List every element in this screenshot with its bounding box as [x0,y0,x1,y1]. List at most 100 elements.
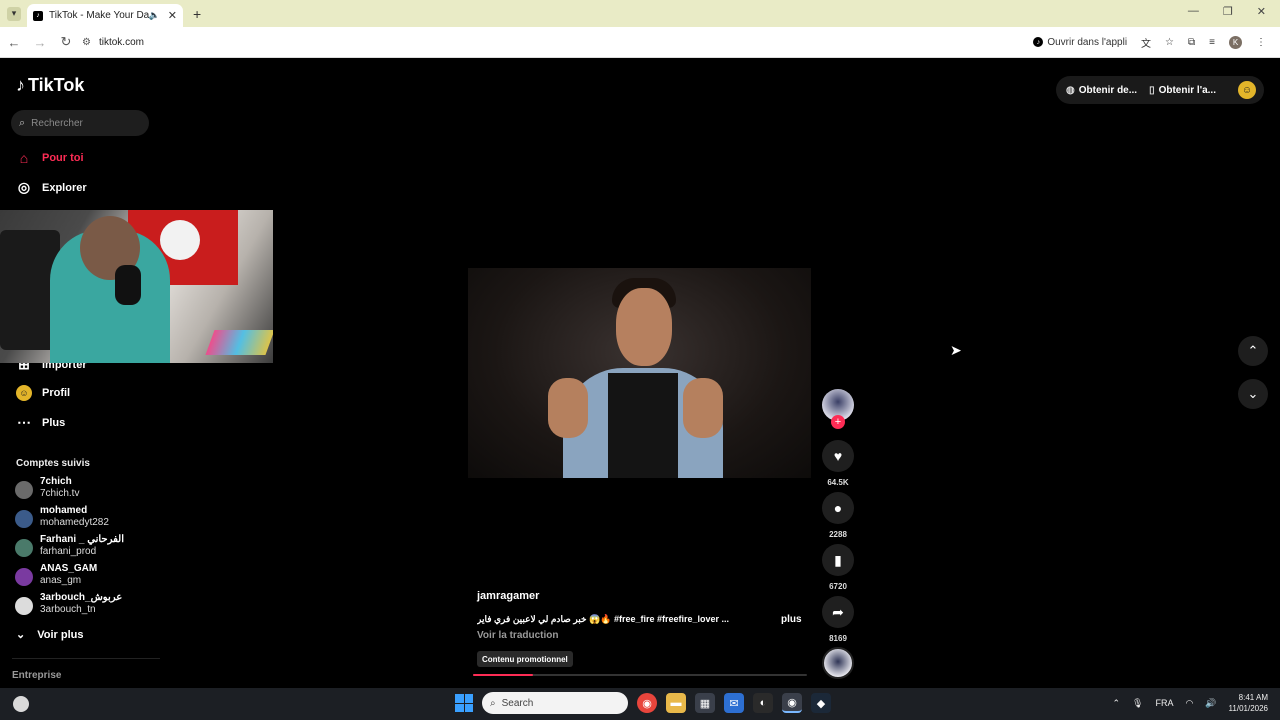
mouse-cursor-icon: ➤ [950,342,962,358]
see-more-button[interactable]: ⌄ Voir plus [16,628,84,642]
profile-icon: ☺ [16,385,32,401]
maximize-icon[interactable]: ❐ [1223,5,1233,18]
follow-plus-icon[interactable]: + [831,415,845,429]
wifi-icon[interactable]: ◠ [1185,698,1193,709]
get-desktop-app-button[interactable]: ◍ Obtenir de... [1066,85,1137,96]
tiktok-page: ♪ TikTok ⌕ Rechercher ⌂ Pour toi ◎ Explo… [0,58,1280,688]
followed-account[interactable]: 3arbouch_عربوش 3arbouch_tn [15,592,122,616]
windows-start-icon[interactable] [455,694,473,712]
account-handle: mohamedyt282 [40,517,109,528]
microphone-icon[interactable]: 🎙 [1132,698,1143,709]
url-field[interactable]: ⚙ tiktok.com [82,31,1033,53]
account-handle: 7chich.tv [40,488,80,499]
tiktok-logo-text: TikTok [28,75,85,95]
chevron-up-icon[interactable]: ⌃ [1112,698,1120,709]
sidebar-item-for-you[interactable]: ⌂ Pour toi [16,150,84,166]
video-caption: خبر صادم لي لاعبين فري فاير 😱🔥 #free_fir… [477,614,730,624]
see-more-label: Voir plus [37,628,84,641]
translate-icon[interactable]: 文 [1141,35,1151,50]
top-right-actions: ◍ Obtenir de... ▯ Obtenir l'a... ☺ [1056,76,1264,104]
close-window-icon[interactable]: ✕ [1257,5,1266,18]
comment-button[interactable]: ● 2288 [822,492,854,539]
account-name: 7chich [40,476,72,487]
store-icon[interactable]: ▦ [695,693,715,713]
browser-tab[interactable]: ♪ TikTok - Make Your Day 🔈 ✕ [27,4,183,27]
account-name: ANAS_GAM [40,563,98,574]
search-icon: ⌕ [19,116,26,129]
video-progress-bar[interactable] [473,674,807,676]
sidebar-item-explore[interactable]: ◎ Explorer [16,179,87,196]
account-handle: anas_gm [40,575,82,586]
followed-account[interactable]: ANAS_GAM anas_gm [15,563,97,587]
followed-account[interactable]: mohamed mohamedyt282 [15,505,109,529]
video-player[interactable] [468,268,811,478]
file-explorer-icon[interactable]: ▬ [666,693,686,713]
close-tab-icon[interactable]: ✕ [168,9,177,22]
widgets-icon[interactable] [13,696,29,712]
forward-icon[interactable]: → [28,35,52,50]
compass-icon: ◎ [17,179,31,195]
window-controls: — ❐ ✕ [1188,5,1266,18]
taskbar-search-input[interactable]: ⌕ Search [482,692,628,714]
company-link[interactable]: Entreprise [12,670,61,681]
followed-account[interactable]: 7chich 7chich.tv [15,476,79,500]
chevron-down-icon: ⌄ [1247,386,1259,401]
browser-tab-bar: ▾ ♪ TikTok - Make Your Day 🔈 ✕ + — ❐ ✕ [0,0,1280,27]
tab-search-icon[interactable]: ▾ [7,6,21,21]
sidebar-item-label: Profil [42,387,71,399]
user-avatar[interactable]: ☺ [1238,81,1256,99]
extensions-icon[interactable]: ⧉ [1188,37,1195,48]
followed-account[interactable]: Farhani _ الفرحاني farhani_prod [15,534,124,558]
avatar [15,481,33,499]
speaker-icon[interactable]: 🔊 [1205,698,1216,709]
music-disc-avatar[interactable] [822,647,854,679]
mail-app-icon[interactable]: ✉ [724,693,744,713]
share-button[interactable]: ➦ 8169 [822,596,854,643]
sidebar-item-label: Plus [42,416,66,429]
browser-profile-avatar[interactable]: K [1229,35,1242,49]
save-count: 6720 [829,582,847,591]
chevron-down-icon: ⌄ [16,629,26,641]
browser-menu-icon[interactable]: ⋮ [1256,37,1266,48]
site-info-icon[interactable]: ⚙ [82,37,91,48]
sidebar-item-more[interactable]: ⋯ Plus [16,414,65,431]
caption-more-button[interactable]: plus [781,614,802,625]
sidebar-item-label: Explorer [42,181,87,194]
search-input[interactable]: ⌕ Rechercher [11,110,149,136]
bookmark-star-icon[interactable]: ☆ [1165,37,1174,48]
steam-app-icon[interactable]: ◆ [811,693,831,713]
video-progress-fill [473,674,534,676]
new-tab-icon[interactable]: + [193,6,201,22]
account-handle: farhani_prod [40,546,97,557]
following-accounts-title: Comptes suivis [16,458,90,469]
previous-video-button[interactable]: ⌃ [1238,336,1268,366]
clock[interactable]: 8:41 AM 11/01/2026 [1229,692,1268,714]
back-icon[interactable]: ← [2,35,26,50]
get-app-label: Obtenir l'a... [1158,84,1216,96]
open-in-app-button[interactable]: ♪ Ouvrir dans l'appli [1033,37,1127,48]
minimize-icon[interactable]: — [1188,5,1199,18]
tiktok-logo[interactable]: ♪ TikTok [16,75,84,96]
divider [12,658,160,659]
chrome-active-icon[interactable]: ◉ [782,693,802,713]
chrome-app-icon[interactable]: ◉ [637,693,657,713]
search-icon: ⌕ [490,697,496,709]
save-button[interactable]: ▮ 6720 [822,544,854,591]
see-translation-link[interactable]: Voir la traduction [477,630,559,641]
like-button[interactable]: ♥ 64.5K [822,440,854,487]
media-controls-icon[interactable]: ≡ [1209,37,1215,48]
speaker-icon[interactable]: 🔈 [149,10,160,21]
get-mobile-app-button[interactable]: ▯ Obtenir l'a... [1149,85,1216,96]
sidebar-item-profile[interactable]: ☺ Profil [16,385,70,401]
url-text: tiktok.com [98,36,144,48]
next-video-button[interactable]: ⌄ [1238,379,1268,409]
obs-app-icon[interactable]: ◐ [753,693,773,713]
avatar [15,568,33,586]
language-indicator[interactable]: FRA [1155,698,1173,708]
tiktok-small-icon: ♪ [1033,37,1044,47]
promotional-content-badge: Contenu promotionnel [477,651,573,667]
more-icon: ⋯ [17,414,31,430]
reload-icon[interactable]: ↻ [54,34,78,50]
video-author[interactable]: jamragamer [477,590,539,602]
sidebar-item-label: Pour toi [42,152,84,164]
